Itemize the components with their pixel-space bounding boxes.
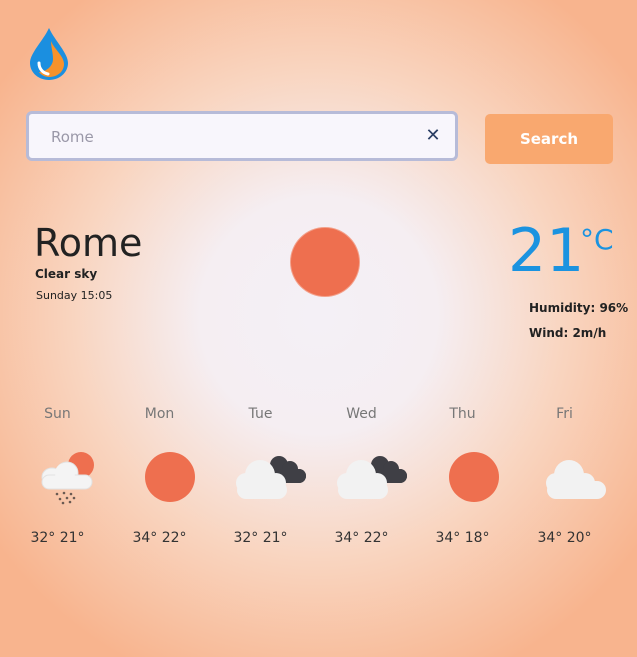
cloud-icon [514,451,615,511]
forecast-day: Wed 34° 22° [311,406,412,546]
search-box: ✕ [26,111,458,161]
current-datetime: Sunday 15:05 [36,289,113,302]
forecast-temps: 32° 21° [233,530,288,546]
sun-icon [109,451,210,511]
forecast-day-name: Mon [144,406,175,422]
forecast-day: Fri 34° 20° [514,406,615,546]
forecast-day-name: Fri [556,406,573,422]
forecast-day-name: Sun [44,406,71,422]
current-temperature: 21 [508,216,585,286]
city-name: Rome [34,221,143,265]
forecast-temps: 34° 22° [132,530,187,546]
forecast-day: Sun 32° 21° [7,406,108,546]
forecast-day: Mon 34° 22° [109,406,210,546]
temperature-unit: °C [580,223,614,256]
forecast-day-name: Tue [248,406,273,422]
sun-icon [291,228,359,296]
humidity: Humidity: 96% [529,301,629,315]
search-input[interactable] [49,114,413,160]
forecast-temps: 34° 18° [435,530,490,546]
forecast-day-name: Wed [346,406,377,422]
forecast-day-name: Thu [449,406,476,422]
forecast-day: Thu 34° 18° [412,406,513,546]
forecast-day: Tue 32° 21° [210,406,311,546]
close-icon[interactable]: ✕ [423,126,443,146]
water-drop-icon [29,27,69,81]
rain-cloud-sun-icon [7,451,108,511]
forecast-temps: 32° 21° [30,530,85,546]
weather-condition: Clear sky [35,267,98,281]
forecast-temps: 34° 20° [537,530,592,546]
forecast-temps: 34° 22° [334,530,389,546]
cloudy-icon [311,451,412,511]
wind: Wind: 2m/h [529,326,607,340]
search-button[interactable]: Search [485,114,613,164]
cloudy-icon [210,451,311,511]
sun-icon [412,451,513,511]
